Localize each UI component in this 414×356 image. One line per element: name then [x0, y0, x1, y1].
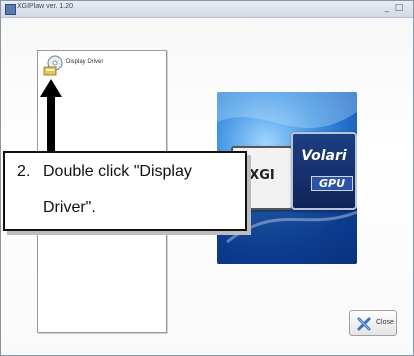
- callout-step-number: 2.: [17, 163, 31, 180]
- callout-line-1: 2. Double click "Display: [17, 163, 192, 181]
- volari-badge: Volari GPU: [291, 132, 357, 210]
- instruction-callout: 2. Double click "Display Driver".: [3, 151, 247, 231]
- minimize-button[interactable]: _: [381, 2, 393, 14]
- close-button-label: Close: [376, 319, 394, 326]
- gpu-badge-text: GPU: [311, 176, 353, 191]
- list-item-display-driver[interactable]: Display Driver: [42, 55, 162, 77]
- volari-badge-text: Volari: [301, 148, 347, 164]
- close-x-icon: [357, 317, 371, 331]
- title-bar: XGIPlaw ver. 1.20 _ □: [1, 1, 413, 18]
- disc-install-icon: [43, 55, 63, 76]
- pointer-arrow: [40, 79, 62, 151]
- app-window: XGIPlaw ver. 1.20 _ □ Display Driver XGI…: [0, 0, 414, 356]
- list-item-label: Display Driver: [66, 59, 104, 65]
- app-icon: [5, 4, 16, 15]
- callout-text-1: Double click "Display: [43, 163, 192, 180]
- window-title: XGIPlaw ver. 1.20: [17, 3, 74, 10]
- maximize-button[interactable]: □: [393, 2, 405, 14]
- close-button[interactable]: Close: [349, 310, 397, 336]
- callout-line-2: Driver".: [43, 199, 96, 216]
